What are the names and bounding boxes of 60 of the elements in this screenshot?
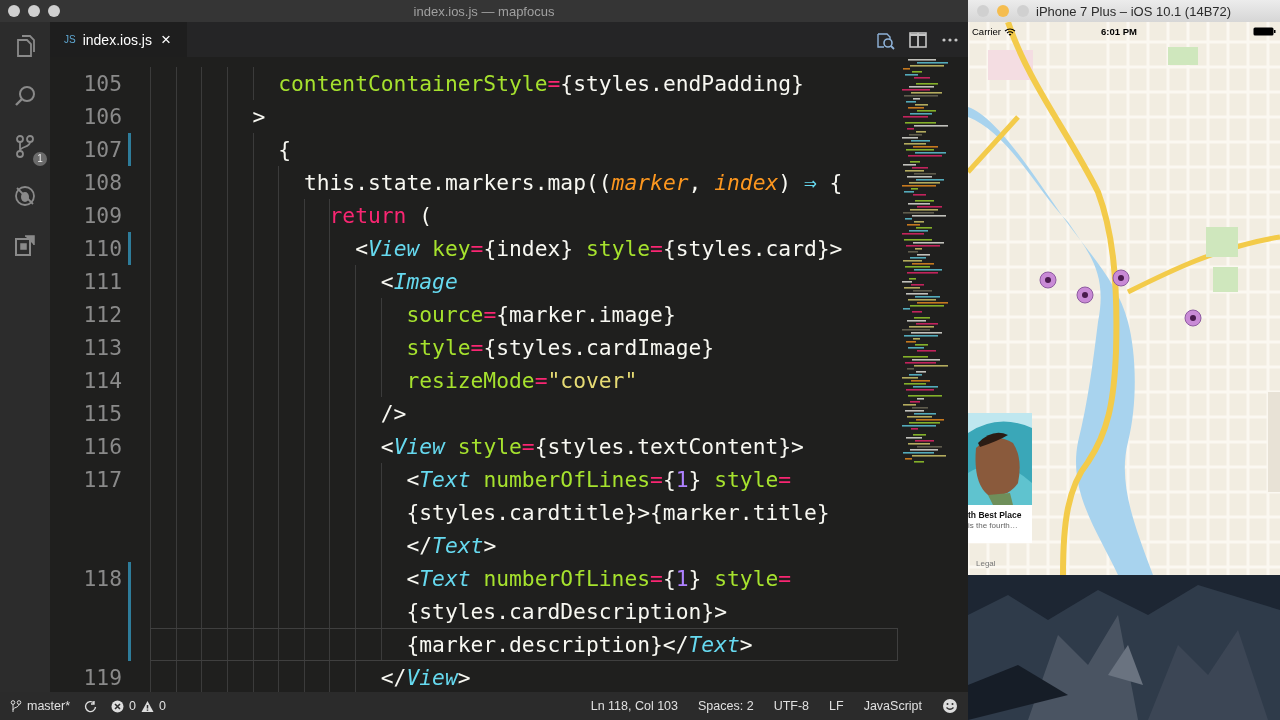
code-line: </Text> — [406, 533, 497, 558]
close-button[interactable] — [8, 5, 20, 17]
line-number: 110 — [83, 236, 122, 261]
code-line: source={marker.image} — [406, 302, 676, 327]
line-number: 116 — [83, 434, 122, 459]
code-line: resizeMode="cover" — [406, 368, 638, 393]
code-line: <Image — [380, 269, 458, 294]
line-number: 115 — [83, 401, 122, 426]
smiley-icon[interactable] — [942, 698, 958, 714]
code-line: <View key={index} style={styles.card}> — [355, 236, 843, 261]
window-title: iPhone 7 Plus – iOS 10.1 (14B72) — [1036, 3, 1232, 19]
bug-icon[interactable] — [13, 184, 37, 208]
error-icon — [111, 699, 125, 713]
search-icon[interactable] — [13, 84, 37, 108]
line-number: 114 — [83, 368, 122, 393]
line-number: 118 — [83, 566, 122, 591]
warning-icon — [141, 699, 155, 713]
code-line: <Text numberOfLines={1} style= — [406, 566, 792, 591]
status-item[interactable]: JavaScript — [863, 699, 922, 713]
line-number: 111 — [83, 269, 122, 294]
split-editor-icon[interactable] — [908, 29, 928, 50]
code-line: {styles.cardtitle}>{marker.title} — [406, 500, 830, 525]
code-line: this.state.markers.map((marker, index) ⇒ { — [303, 170, 843, 195]
code-line: <View style={styles.textContent}> — [380, 434, 804, 459]
line-number: 119 — [83, 665, 122, 690]
line-number: 107 — [83, 137, 122, 162]
source-control-icon[interactable] — [13, 134, 37, 158]
branch-icon — [10, 699, 22, 713]
line-number: 106 — [83, 104, 122, 129]
line-number: 112 — [83, 302, 122, 327]
code-line: style={styles.cardImage} — [406, 335, 715, 360]
line-number: 113 — [83, 335, 122, 360]
file-type-icon: JS — [64, 34, 76, 45]
code-line: return ( — [329, 203, 433, 228]
extensions-icon[interactable] — [13, 234, 37, 258]
code-line: <Text numberOfLines={1} style= — [406, 467, 792, 492]
code-line: /> — [380, 401, 407, 426]
code-line: > — [252, 104, 266, 129]
code-line: {marker.description}</Text> — [406, 632, 753, 657]
status-item[interactable]: LF — [829, 699, 844, 713]
code-line: { — [278, 137, 292, 162]
code-line: </View> — [380, 665, 471, 690]
minimize-button[interactable] — [28, 5, 40, 17]
status-item[interactable]: Ln 118, Col 103 — [590, 699, 679, 713]
line-number: 117 — [83, 467, 122, 492]
line-number: 105 — [83, 71, 122, 96]
status-item[interactable]: Spaces: 2 — [698, 699, 754, 713]
problems-indicator[interactable]: 0 0 — [111, 699, 166, 713]
code-line: {styles.cardDescription}> — [406, 599, 727, 624]
sync-icon[interactable] — [84, 699, 98, 713]
window-title: index.ios.js — mapfocus — [413, 3, 555, 19]
code-line: contentContainerStyle={styles.endPadding} — [278, 71, 804, 96]
branch-indicator[interactable]: master* — [10, 699, 71, 713]
status-item[interactable]: UTF-8 — [773, 699, 810, 713]
editor-tab[interactable]: JS index.ios.js × — [50, 22, 187, 57]
close-button[interactable]: × — [158, 29, 173, 50]
line-number: 108 — [83, 170, 122, 195]
count-badge: 1 — [33, 152, 47, 166]
line-number: 109 — [83, 203, 122, 228]
zoom-button[interactable] — [48, 5, 60, 17]
